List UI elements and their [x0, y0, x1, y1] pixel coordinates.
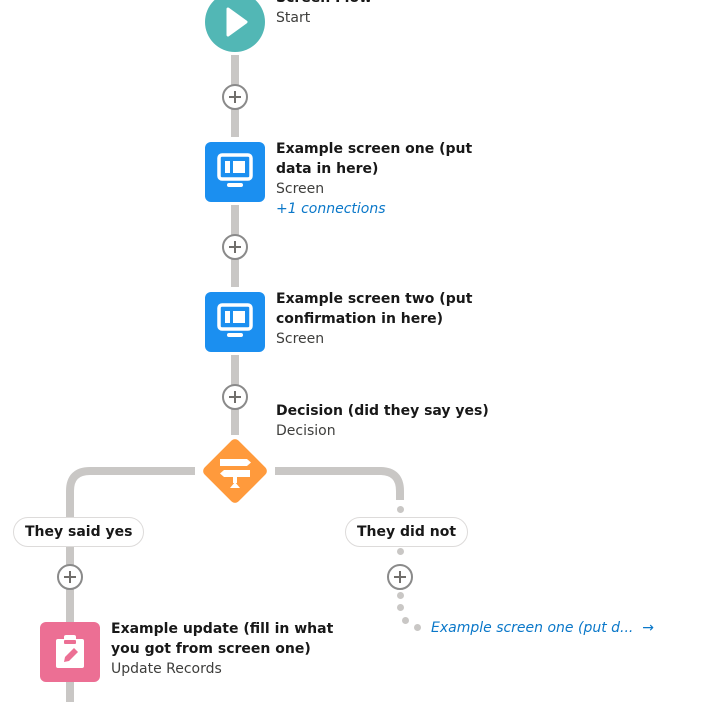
clipboard-edit-icon [56, 635, 84, 668]
dot [397, 506, 404, 513]
connections-link[interactable]: +1 connections [276, 199, 481, 219]
screen-node-two[interactable] [205, 292, 265, 352]
decision-type: Decision [276, 423, 336, 439]
add-element-button[interactable] [222, 84, 248, 110]
branch-label-no[interactable]: They did not [345, 517, 469, 547]
add-element-button[interactable] [222, 384, 248, 410]
branch-connectors [66, 467, 404, 702]
screen-two-type: Screen [276, 331, 325, 347]
dot [397, 548, 404, 555]
start-type: Start [276, 10, 311, 26]
dot [402, 617, 409, 624]
dot [414, 624, 421, 631]
branch-label-yes[interactable]: They said yes [13, 517, 145, 547]
add-element-button[interactable] [57, 564, 83, 590]
screen-icon [217, 303, 253, 337]
start-node[interactable] [205, 0, 265, 52]
goto-label: Example screen one (put d... [431, 620, 634, 636]
screen-two-title: Example screen two (put confirmation in … [276, 291, 473, 327]
add-element-button[interactable] [222, 234, 248, 260]
goto-connector-link[interactable]: Example screen one (put d... → [431, 618, 654, 638]
screen-icon [217, 153, 253, 187]
screen-one-type: Screen [276, 181, 325, 197]
decision-node[interactable] [193, 429, 277, 513]
decision-title: Decision (did they say yes) [276, 403, 489, 419]
update-type: Update Records [111, 661, 222, 677]
dot [397, 592, 404, 599]
arrow-right-icon: → [642, 620, 655, 636]
update-title: Example update (fill in what you got fro… [111, 621, 334, 657]
flow-canvas: Screen Flow Start Example screen one (pu… [0, 0, 706, 702]
screen-node-one[interactable] [205, 142, 265, 202]
dot [397, 604, 404, 611]
branch-no-line [275, 467, 404, 500]
update-records-node[interactable] [40, 622, 100, 682]
start-title: Screen Flow [276, 0, 481, 8]
screen-one-title: Example screen one (put data in here) [276, 141, 473, 177]
add-element-button[interactable] [387, 564, 413, 590]
play-icon [226, 7, 248, 37]
